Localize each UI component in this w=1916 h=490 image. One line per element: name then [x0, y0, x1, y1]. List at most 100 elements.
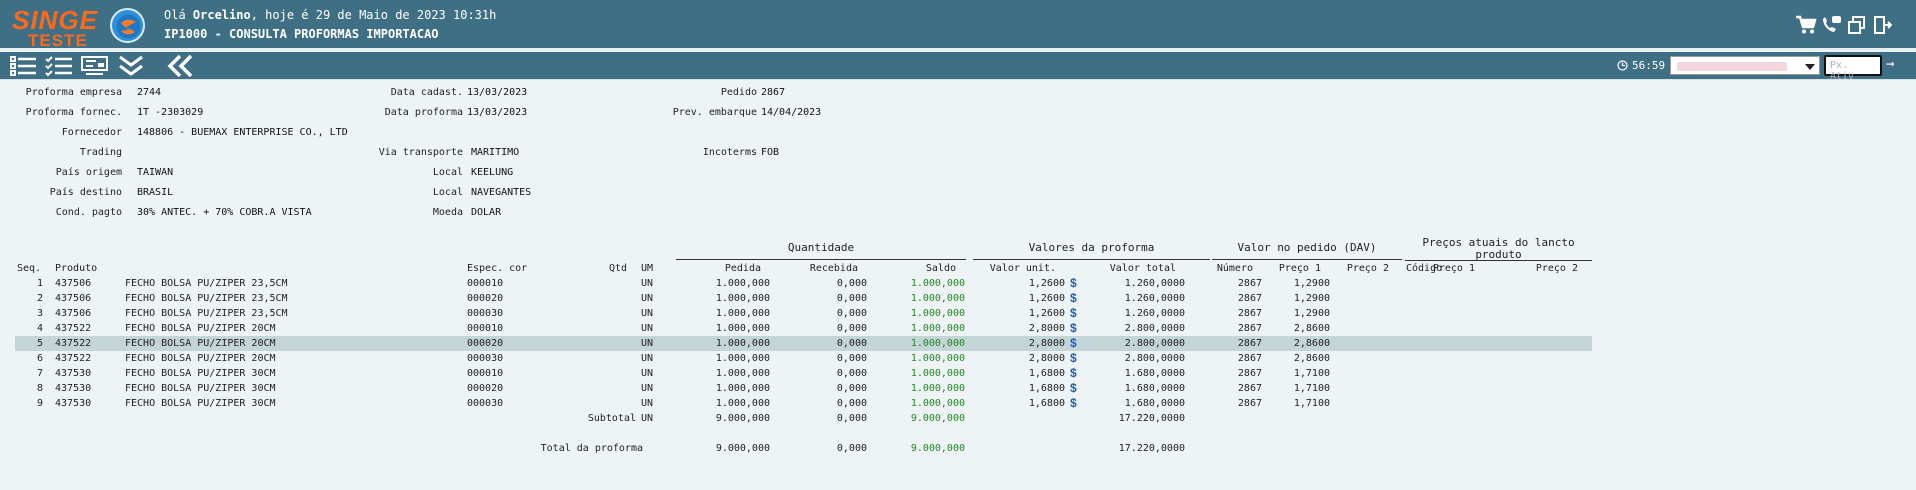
user-name: Orcelino: [192, 8, 251, 22]
cell-recebida: 0,000: [836, 353, 867, 364]
cell-produto: 437530: [55, 368, 92, 379]
cell-pedida: 1.000,000: [715, 278, 770, 289]
currency-dollar-icon[interactable]: $: [1070, 381, 1077, 395]
cell-espec: 000020: [467, 338, 504, 349]
cell-seq: 3: [36, 308, 43, 319]
group-valores-proforma: Valores da proforma: [1028, 241, 1155, 254]
windows-icon[interactable]: [1846, 14, 1868, 36]
cart-icon[interactable]: [1795, 14, 1817, 36]
label-via-transporte: Via transporte: [378, 147, 463, 158]
cell-recebida: 0,000: [836, 383, 867, 394]
cell-produto: 437522: [55, 323, 92, 334]
value-proforma-empresa: 2744: [137, 87, 162, 98]
support-chat-icon[interactable]: [1820, 14, 1842, 36]
company-select[interactable]: [1670, 56, 1820, 75]
cell-valor-unit: 1,2600: [1028, 308, 1065, 319]
select-value-redacted: [1677, 62, 1787, 71]
table-row[interactable]: 9 437530 FECHO BOLSA PU/ZIPER 30CM 00003…: [15, 396, 1592, 411]
table-row[interactable]: 6 437522 FECHO BOLSA PU/ZIPER 20CM 00003…: [15, 351, 1592, 366]
currency-dollar-icon[interactable]: $: [1070, 321, 1077, 335]
checklist-icon[interactable]: [45, 55, 73, 77]
cell-preco1: 2,8600: [1293, 323, 1330, 334]
cell-valor-unit: 2,8000: [1028, 323, 1065, 334]
form-view-icon[interactable]: [81, 55, 109, 77]
col-numero: Número: [1216, 263, 1253, 274]
cell-espec: 000010: [467, 323, 504, 334]
underline-quantidade: [676, 259, 966, 260]
cell-recebida: 0,000: [836, 323, 867, 334]
cell-produto: 437506: [55, 308, 92, 319]
currency-dollar-icon[interactable]: $: [1070, 276, 1077, 290]
cell-valor-total: 1.260,0000: [1124, 278, 1185, 289]
top-header: SINGE TESTE Olá Orcelino, hoje é 29 de M…: [0, 0, 1916, 50]
cell-valor-total: 1.680,0000: [1124, 398, 1185, 409]
table-row[interactable]: 4 437522 FECHO BOLSA PU/ZIPER 20CM 00001…: [15, 321, 1592, 336]
subtotal-row: Subtotal UN 9.000,000 0,000 9.000,000 17…: [15, 411, 1592, 426]
value-moeda: DOLAR: [471, 207, 502, 218]
cell-valor-total: 2.800,0000: [1124, 338, 1185, 349]
cell-pedida: 1.000,000: [715, 398, 770, 409]
value-local-origem: KEELUNG: [471, 167, 514, 178]
currency-dollar-icon[interactable]: $: [1070, 366, 1077, 380]
table-row[interactable]: 8 437530 FECHO BOLSA PU/ZIPER 30CM 00002…: [15, 381, 1592, 396]
cell-pedida: 1.000,000: [715, 338, 770, 349]
cell-seq: 5: [36, 338, 43, 349]
cell-descricao: FECHO BOLSA PU/ZIPER 23,5CM: [125, 293, 288, 304]
logout-icon[interactable]: [1871, 14, 1893, 36]
value-pedido[interactable]: 2867: [761, 87, 785, 98]
label-fornecedor: Fornecedor: [61, 127, 122, 138]
label-moeda: Moeda: [432, 207, 463, 218]
value-pais-origem: TAIWAN: [137, 167, 174, 178]
cell-produto: 437530: [55, 383, 92, 394]
cell-valor-unit: 1,6800: [1028, 383, 1065, 394]
table-row[interactable]: 7 437530 FECHO BOLSA PU/ZIPER 30CM 00001…: [15, 366, 1592, 381]
list-icon[interactable]: [9, 55, 37, 77]
col-qtd: Qtd: [608, 263, 627, 274]
back-icon[interactable]: [167, 55, 195, 77]
cell-saldo: 1.000,000: [910, 383, 965, 394]
cell-valor-unit: 1,2600: [1028, 293, 1065, 304]
cell-preco1: 1,2900: [1293, 278, 1330, 289]
table-row[interactable]: 2 437506 FECHO BOLSA PU/ZIPER 23,5CM 000…: [15, 291, 1592, 306]
px-ativ-input[interactable]: Px. Ativ: [1824, 55, 1882, 82]
cell-descricao: FECHO BOLSA PU/ZIPER 20CM: [125, 338, 276, 349]
cell-valor-total: 1.680,0000: [1124, 368, 1185, 379]
currency-dollar-icon[interactable]: $: [1070, 306, 1077, 320]
label-data-cadast: Data cadast.: [390, 87, 463, 98]
cell-descricao: FECHO BOLSA PU/ZIPER 20CM: [125, 323, 276, 334]
cell-recebida: 0,000: [836, 338, 867, 349]
go-arrow-icon[interactable]: →: [1886, 56, 1894, 72]
currency-dollar-icon[interactable]: $: [1070, 396, 1077, 410]
greeting: Olá Orcelino, hoje é 29 de Maio de 2023 …: [164, 8, 497, 22]
cell-um: UN: [641, 308, 654, 319]
cell-seq: 9: [36, 398, 43, 409]
cell-preco1: 2,8600: [1293, 353, 1330, 364]
cell-descricao: FECHO BOLSA PU/ZIPER 20CM: [125, 353, 276, 364]
currency-dollar-icon[interactable]: $: [1070, 291, 1077, 305]
cell-numero: 2867: [1237, 398, 1262, 409]
subtotal-um: UN: [641, 413, 654, 424]
total-saldo: 9.000,000: [910, 443, 965, 454]
singe-logo[interactable]: SINGE TESTE: [8, 3, 104, 50]
table-row[interactable]: 3 437506 FECHO BOLSA PU/ZIPER 23,5CM 000…: [15, 306, 1592, 321]
cell-preco1: 1,7100: [1293, 383, 1330, 394]
label-proforma-fornec: Proforma fornec.: [25, 107, 122, 118]
value-proforma-fornec: 1T -2303029: [137, 107, 204, 118]
session-timer: 56:59: [1617, 59, 1665, 72]
currency-dollar-icon[interactable]: $: [1070, 336, 1077, 350]
label-local-origem: Local: [432, 167, 463, 178]
currency-dollar-icon[interactable]: $: [1070, 351, 1077, 365]
table-row-selected[interactable]: 5 437522 FECHO BOLSA PU/ZIPER 20CM 00002…: [15, 336, 1592, 351]
value-pais-destino: BRASIL: [137, 187, 174, 198]
logo-subtext: TESTE: [28, 31, 88, 50]
cell-saldo: 1.000,000: [910, 338, 965, 349]
label-pedido: Pedido: [720, 87, 757, 98]
cell-valor-total: 2.800,0000: [1124, 353, 1185, 364]
cell-espec: 000020: [467, 293, 504, 304]
expand-down-icon[interactable]: [118, 55, 146, 77]
group-quantidade: Quantidade: [787, 241, 855, 254]
value-fornecedor: 148806 - BUEMAX ENTERPRISE CO., LTD: [137, 127, 348, 138]
table-row[interactable]: 1 437506 FECHO BOLSA PU/ZIPER 23,5CM 000…: [15, 276, 1592, 291]
label-trading: Trading: [79, 147, 122, 158]
cell-um: UN: [641, 278, 654, 289]
